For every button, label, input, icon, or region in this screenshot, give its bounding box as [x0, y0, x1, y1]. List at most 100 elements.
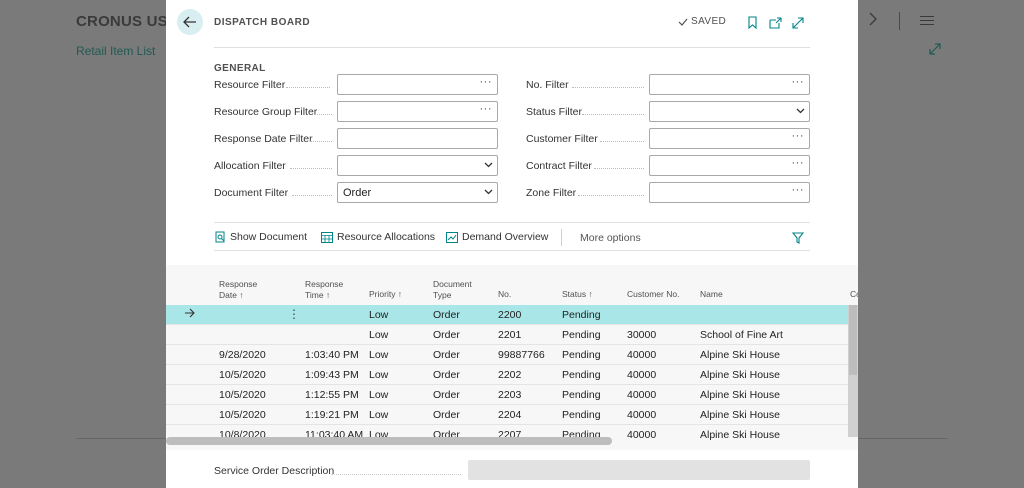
- resource-filter-input[interactable]: ···: [337, 74, 498, 95]
- col-response-date-header[interactable]: Response Date ↑: [219, 279, 257, 301]
- lookup-ellipsis-icon[interactable]: ···: [792, 157, 805, 169]
- cell-time: 1:12:55 PM: [305, 389, 359, 401]
- label-leader: [286, 87, 330, 88]
- cell-time: 1:19:21 PM: [305, 409, 359, 421]
- bookmark-icon[interactable]: [748, 16, 757, 34]
- table-row[interactable]: 9/28/2020 1:03:40 PM Low Order 99887766 …: [166, 345, 848, 365]
- col-more-header[interactable]: Co: [850, 289, 858, 300]
- lookup-ellipsis-icon[interactable]: ···: [792, 130, 805, 142]
- table-row[interactable]: 10/5/2020 1:19:21 PM Low Order 2204 Pend…: [166, 405, 848, 425]
- customer-filter-input[interactable]: ···: [649, 128, 810, 149]
- vertical-scrollbar-thumb[interactable]: [849, 305, 857, 375]
- cell-priority: Low: [369, 409, 389, 421]
- document-filter-select[interactable]: Order: [337, 182, 498, 203]
- nav-separator: [899, 12, 900, 30]
- resource-group-filter-field: Resource Group Filter ···: [214, 101, 498, 123]
- customer-filter-field: Customer Filter ···: [526, 128, 810, 150]
- col-document-type-header[interactable]: Document Type: [433, 279, 472, 301]
- response-date-filter-input[interactable]: [337, 128, 498, 149]
- cell-doc-type: Order: [433, 349, 460, 361]
- label-leader: [582, 114, 644, 115]
- lookup-ellipsis-icon[interactable]: ···: [480, 103, 493, 115]
- label-leader: [314, 114, 332, 115]
- field-label: Response Date Filter: [214, 133, 313, 145]
- chevron-down-icon: [796, 108, 805, 114]
- cell-name: Alpine Ski House: [700, 429, 780, 441]
- cell-no[interactable]: 2204: [498, 409, 521, 421]
- zone-filter-input[interactable]: ···: [649, 182, 810, 203]
- cell-name: Alpine Ski House: [700, 389, 780, 401]
- cell-status: Pending: [562, 329, 601, 341]
- col-response-time-header[interactable]: Response Time ↑: [305, 279, 343, 301]
- cell-priority: Low: [369, 389, 389, 401]
- lookup-ellipsis-icon[interactable]: ···: [792, 76, 805, 88]
- cell-customer-no: 40000: [627, 369, 657, 381]
- service-order-description-label: Service Order Description: [214, 465, 335, 477]
- label-leader: [292, 195, 332, 196]
- cell-no[interactable]: 99887766: [498, 349, 545, 361]
- allocation-filter-select[interactable]: [337, 155, 498, 176]
- document-search-icon: [215, 231, 225, 243]
- retail-item-list-link[interactable]: Retail Item List: [76, 44, 155, 58]
- label-leader: [572, 87, 644, 88]
- chevron-down-icon: [484, 189, 493, 195]
- service-order-description-field[interactable]: [468, 460, 810, 480]
- no-filter-input[interactable]: ···: [649, 74, 810, 95]
- demand-overview-button[interactable]: Demand Overview: [446, 231, 548, 243]
- expand-dialog-icon[interactable]: [792, 16, 804, 34]
- show-document-button[interactable]: Show Document: [215, 231, 307, 243]
- table-row[interactable]: Low Order 2201 Pending 30000 School of F…: [166, 325, 848, 345]
- col-priority-header[interactable]: Priority ↑: [369, 289, 402, 300]
- label-leader: [594, 168, 644, 169]
- resource-group-filter-input[interactable]: ···: [337, 101, 498, 122]
- show-document-label: Show Document: [230, 231, 308, 243]
- allocation-filter-field: Allocation Filter: [214, 155, 498, 177]
- table-row[interactable]: 10/5/2020 1:09:43 PM Low Order 2202 Pend…: [166, 365, 848, 385]
- cell-time: 1:09:43 PM: [305, 369, 359, 381]
- field-label: Document Filter: [214, 187, 289, 199]
- open-new-window-icon[interactable]: [769, 16, 782, 34]
- cell-date: 10/5/2020: [219, 369, 266, 381]
- horizontal-scrollbar[interactable]: [166, 437, 612, 445]
- action-separator: [561, 229, 562, 246]
- table-row[interactable]: ⋮ Low Order 2200 Pending: [166, 305, 848, 325]
- cell-customer-no: 40000: [627, 409, 657, 421]
- expand-icon[interactable]: [929, 42, 941, 60]
- cell-no[interactable]: 2202: [498, 369, 521, 381]
- current-row-arrow-icon: [185, 308, 195, 318]
- col-status-header[interactable]: Status ↑: [562, 289, 593, 300]
- page-title: DISPATCH BOARD: [214, 17, 311, 28]
- action-bar-top-divider: [214, 222, 810, 223]
- cell-no[interactable]: 2201: [498, 329, 521, 341]
- filter-icon[interactable]: [791, 231, 805, 249]
- checkmark-icon: [678, 18, 688, 26]
- hamburger-menu-icon[interactable]: [920, 16, 934, 28]
- field-label: Resource Filter: [214, 79, 286, 91]
- cell-name: Alpine Ski House: [700, 369, 780, 381]
- col-customer-no-header[interactable]: Customer No.: [627, 289, 679, 300]
- col-name-header[interactable]: Name: [700, 289, 723, 300]
- row-actions-kebab-icon[interactable]: ⋮: [288, 307, 300, 321]
- company-name: CRONUS USA: [76, 13, 179, 30]
- resource-allocations-button[interactable]: Resource Allocations: [321, 231, 435, 243]
- cell-status: Pending: [562, 369, 601, 381]
- field-label: Customer Filter: [526, 133, 598, 145]
- more-options-button[interactable]: More options: [580, 232, 641, 244]
- cell-name: Alpine Ski House: [700, 409, 780, 421]
- back-button[interactable]: [177, 9, 203, 35]
- cell-date: 10/5/2020: [219, 389, 266, 401]
- demand-overview-label: Demand Overview: [462, 231, 549, 243]
- status-filter-select[interactable]: [649, 101, 810, 122]
- cell-no[interactable]: 2200: [498, 309, 521, 321]
- lookup-ellipsis-icon[interactable]: ···: [792, 184, 805, 196]
- col-no-header[interactable]: No.: [498, 289, 511, 300]
- contract-filter-input[interactable]: ···: [649, 155, 810, 176]
- contract-filter-field: Contract Filter ···: [526, 155, 810, 177]
- table-row[interactable]: 10/5/2020 1:12:55 PM Low Order 2203 Pend…: [166, 385, 848, 405]
- chevron-right-icon[interactable]: [868, 12, 878, 30]
- cell-priority: Low: [369, 329, 389, 341]
- general-section-header: GENERAL: [214, 63, 266, 74]
- status-filter-field: Status Filter: [526, 101, 810, 123]
- cell-no[interactable]: 2203: [498, 389, 521, 401]
- lookup-ellipsis-icon[interactable]: ···: [480, 76, 493, 88]
